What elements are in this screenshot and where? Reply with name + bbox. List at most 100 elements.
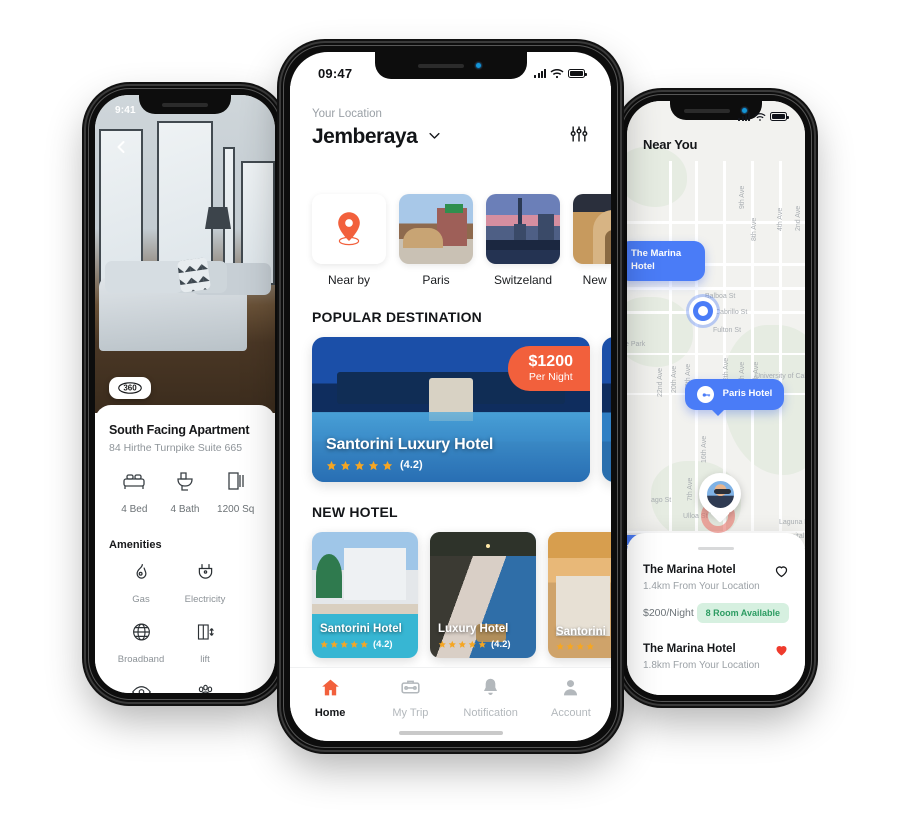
hotel-distance: 1.4km From Your Location <box>643 581 760 592</box>
category-newdelhi[interactable]: New Delhi <box>573 194 611 287</box>
category-switzerland-thumb <box>486 194 560 264</box>
map-label: Balboa St <box>705 293 736 300</box>
popular-card[interactable] <box>602 337 611 482</box>
map-label: 16th Ave <box>701 435 708 463</box>
hotel-name: Santorini Hotel <box>320 623 402 635</box>
window-decor <box>241 161 275 285</box>
star-icon <box>448 640 456 649</box>
phone-left: 9:41 360 South Facing Apartment 84 Hirth… <box>86 86 284 702</box>
amenity-broadband-label: Broadband <box>117 654 165 665</box>
hotel-name: The Marina Hotel <box>643 564 736 576</box>
paw-icon <box>198 684 212 693</box>
tab-account[interactable]: Account <box>531 677 611 741</box>
rating-value: (4.2) <box>400 459 423 471</box>
amenities-grid: Gas Electricity Broadband lift <box>109 561 261 693</box>
category-paris[interactable]: Paris <box>399 194 473 287</box>
popular-section-title: POPULAR DESTINATION <box>312 309 482 325</box>
hotel-row-top: The Marina Hotel 1.8km From Your Locatio… <box>643 643 789 671</box>
star-icon <box>326 460 337 470</box>
person-icon <box>564 680 578 696</box>
star-icon <box>556 642 564 650</box>
chevron-down-icon-wrap <box>427 125 442 149</box>
location-selector[interactable]: Jemberaya <box>312 125 442 149</box>
map-chip-marina[interactable]: The Marina Hotel <box>627 241 705 281</box>
rating-value: (4.2) <box>373 639 393 650</box>
star-icon <box>360 640 368 649</box>
tab-home[interactable]: Home <box>290 677 370 741</box>
popular-card-meta: Santorini Luxury Hotel (4.2) <box>326 436 493 471</box>
map-chip-paris[interactable]: Paris Hotel <box>685 379 785 416</box>
category-switzerland-label: Switzeland <box>493 273 553 287</box>
wifi-icon <box>550 68 564 79</box>
battery-icon <box>568 69 587 78</box>
view-360-badge[interactable]: 360 <box>109 377 151 399</box>
gas-flame-icon <box>136 564 146 579</box>
hotel-list-item[interactable]: The Marina Hotel 1.8km From Your Locatio… <box>643 643 789 671</box>
park-area <box>627 297 693 367</box>
category-list[interactable]: Near by Paris Switzeland New <box>290 180 611 287</box>
location-dot <box>693 301 713 321</box>
hotel-name: Santorini Luxury Hotel <box>326 436 494 453</box>
nearby-list-sheet: The Marina Hotel 1.4km From Your Locatio… <box>627 533 805 695</box>
map-label: 20th Ave <box>671 365 678 393</box>
tab-account-label: Account <box>551 707 591 719</box>
phone-right-screen: Near You 9th Ave 8th Ave 4th Ave 2nd Ave… <box>627 101 805 695</box>
category-nearby[interactable]: Near by <box>312 194 386 287</box>
category-newdelhi-label: New Delhi <box>582 273 611 287</box>
popular-list[interactable]: $1200 Per Night Santorini Luxury Hotel (… <box>290 337 611 482</box>
newhotel-card-meta: Santorini Hotel (4.2) <box>320 623 402 650</box>
bottom-tab-bar[interactable]: Home My Trip Notification Account <box>290 667 611 741</box>
map-label: 8th Ave <box>751 217 758 241</box>
newhotel-card[interactable]: Luxury Hotel (4.2) <box>430 532 536 658</box>
amenity-gas: Gas <box>109 561 173 607</box>
globe-icon <box>132 623 150 641</box>
category-switzerland[interactable]: Switzeland <box>486 194 560 287</box>
hotel-list-item[interactable]: The Marina Hotel 1.4km From Your Locatio… <box>643 564 789 623</box>
star-icon <box>566 642 574 650</box>
popular-card[interactable]: $1200 Per Night Santorini Luxury Hotel (… <box>312 337 590 482</box>
newhotel-list[interactable]: Santorini Hotel (4.2) Luxury Hotel (4.2)… <box>290 532 611 658</box>
favorite-button[interactable] <box>774 564 789 584</box>
key-icon <box>702 392 710 397</box>
map-label: ago St <box>651 497 672 504</box>
map-label: 22nd Ave <box>657 367 664 397</box>
location-label: Your Location <box>312 108 382 120</box>
star-icon <box>458 640 466 649</box>
newhotel-card[interactable]: Santorini Hotel (4.2) <box>312 532 418 658</box>
property-address: 84 Hirthe Turnpike Suite 665 <box>109 442 243 454</box>
wifi-icon <box>754 112 766 121</box>
status-bar: 09:47 <box>290 52 611 86</box>
pillow-decor <box>176 257 212 293</box>
key-icon-wrap <box>697 386 714 403</box>
amenity-southview: South View <box>109 681 173 693</box>
sofa-decor <box>99 257 247 351</box>
eye-icon <box>131 686 151 693</box>
amenity-broadband: Broadband <box>109 621 173 667</box>
favorite-button[interactable] <box>774 643 789 663</box>
filter-button[interactable] <box>569 124 589 149</box>
back-button[interactable] <box>111 137 131 157</box>
hotel-distance: 1.8km From Your Location <box>643 660 760 671</box>
map-chip-marina-label: The Marina Hotel <box>631 248 682 272</box>
amenity-electricity-label: Electricity <box>184 594 226 605</box>
newhotel-card[interactable]: Santorini <box>548 532 611 658</box>
home-icon <box>321 679 339 696</box>
map-label: 7th Ave <box>687 477 694 501</box>
tab-home-label: Home <box>314 707 346 719</box>
chevron-down-icon <box>429 132 440 139</box>
status-time: 9:41 <box>115 105 136 116</box>
spec-area: 1200 Sq <box>210 470 261 517</box>
hotel-row-top: The Marina Hotel 1.4km From Your Locatio… <box>643 564 789 592</box>
availability-badge: 8 Room Available <box>696 603 789 623</box>
drag-handle[interactable] <box>698 547 734 550</box>
map-label: e Park <box>627 341 646 348</box>
heart-outline-icon <box>775 566 788 578</box>
hotel-name: Santorini <box>556 625 606 638</box>
user-avatar-pin[interactable] <box>699 473 741 515</box>
home-indicator[interactable] <box>398 731 503 735</box>
map-title: Near You <box>643 137 698 152</box>
star-icon <box>330 640 338 649</box>
star-icon <box>468 640 476 649</box>
category-paris-thumb <box>399 194 473 264</box>
amenity-lift: lift <box>173 621 237 667</box>
